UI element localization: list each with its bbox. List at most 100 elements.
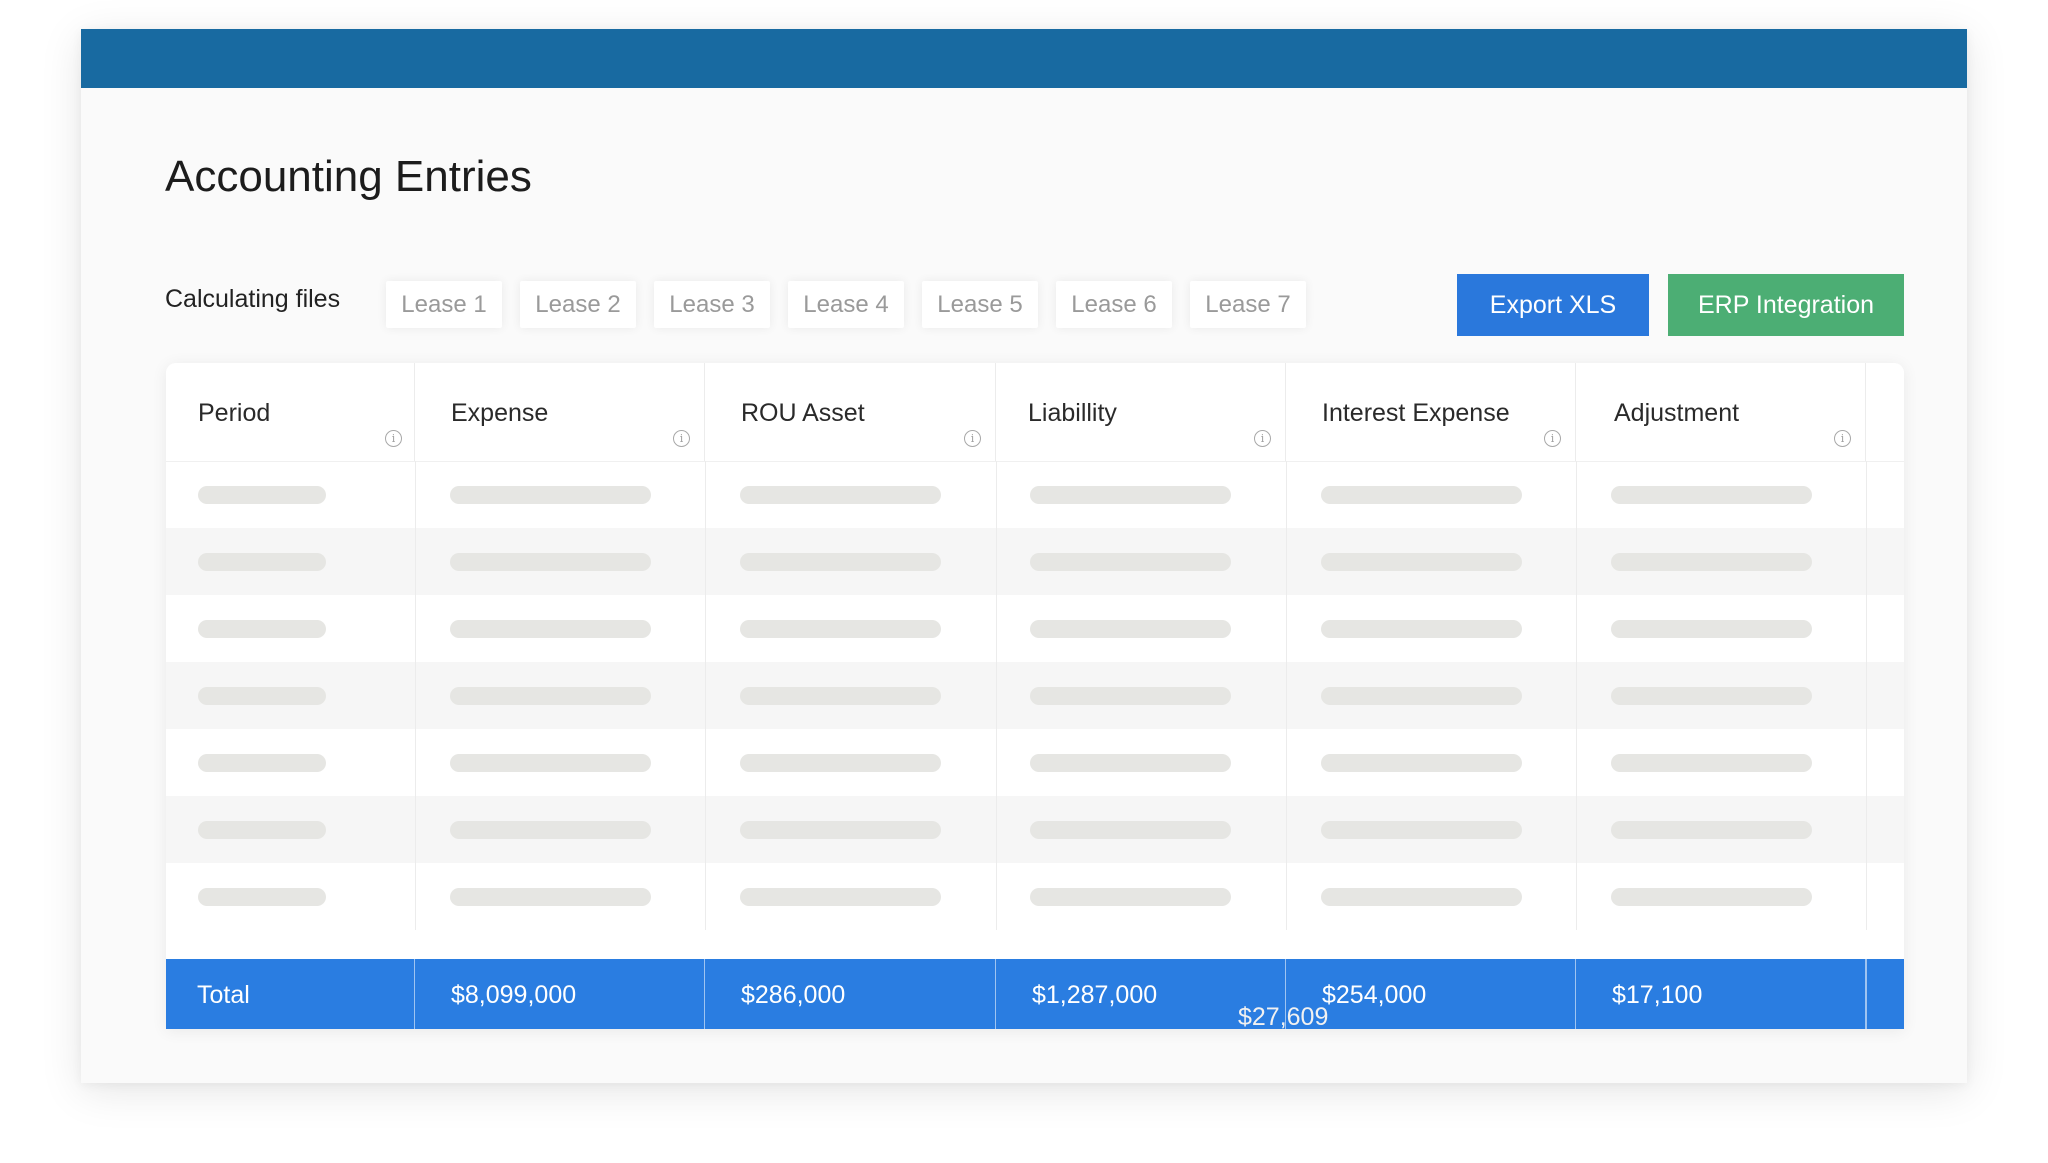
table-row[interactable] bbox=[166, 595, 1904, 662]
skeleton-placeholder bbox=[1321, 754, 1522, 772]
info-icon[interactable]: i bbox=[1254, 430, 1271, 447]
table-row[interactable] bbox=[166, 461, 1904, 528]
total-label: Total bbox=[197, 981, 250, 1009]
column-divider bbox=[415, 863, 416, 930]
skeleton-placeholder bbox=[1030, 821, 1231, 839]
info-icon[interactable]: i bbox=[1834, 430, 1851, 447]
skeleton-placeholder bbox=[198, 888, 326, 906]
skeleton-placeholder bbox=[1030, 754, 1231, 772]
column-label: ROU Asset bbox=[741, 399, 865, 427]
table-row[interactable] bbox=[166, 729, 1904, 796]
skeleton-placeholder bbox=[740, 486, 941, 504]
column-divider bbox=[1866, 729, 1867, 796]
column-divider bbox=[705, 461, 706, 528]
table-row[interactable] bbox=[166, 863, 1904, 930]
column-divider bbox=[1576, 461, 1577, 528]
skeleton-placeholder bbox=[1611, 620, 1812, 638]
skeleton-placeholder bbox=[740, 754, 941, 772]
column-divider bbox=[1286, 595, 1287, 662]
column-header-interest-expense[interactable]: Interest Expense i bbox=[1286, 363, 1576, 461]
skeleton-placeholder bbox=[450, 754, 651, 772]
column-divider bbox=[705, 662, 706, 729]
column-header-adjustment[interactable]: Adjustment i bbox=[1576, 363, 1866, 461]
accounting-table: Period i Expense i ROU Asset i Liabillit… bbox=[166, 363, 1904, 1029]
tab-lease-7[interactable]: Lease 7 bbox=[1190, 281, 1306, 328]
skeleton-placeholder bbox=[1611, 888, 1812, 906]
skeleton-placeholder bbox=[1611, 553, 1812, 571]
tab-lease-2[interactable]: Lease 2 bbox=[520, 281, 636, 328]
table-row[interactable] bbox=[166, 528, 1904, 595]
column-divider bbox=[996, 729, 997, 796]
skeleton-placeholder bbox=[1321, 620, 1522, 638]
skeleton-placeholder bbox=[1030, 486, 1231, 504]
column-divider bbox=[1576, 796, 1577, 863]
column-divider bbox=[705, 863, 706, 930]
table-row[interactable] bbox=[166, 796, 1904, 863]
erp-integration-button[interactable]: ERP Integration bbox=[1668, 274, 1904, 336]
page-title: Accounting Entries bbox=[165, 152, 532, 201]
skeleton-placeholder bbox=[740, 553, 941, 571]
skeleton-placeholder bbox=[198, 620, 326, 638]
column-header-expense[interactable]: Expense i bbox=[415, 363, 705, 461]
info-icon[interactable]: i bbox=[964, 430, 981, 447]
skeleton-placeholder bbox=[1611, 754, 1812, 772]
column-divider bbox=[1866, 595, 1867, 662]
skeleton-placeholder bbox=[740, 821, 941, 839]
column-divider bbox=[1286, 796, 1287, 863]
total-expense: $8,099,000 bbox=[451, 981, 577, 1009]
tab-lease-3[interactable]: Lease 3 bbox=[654, 281, 770, 328]
tab-lease-6[interactable]: Lease 6 bbox=[1056, 281, 1172, 328]
info-icon[interactable]: i bbox=[385, 430, 402, 447]
column-divider bbox=[996, 863, 997, 930]
skeleton-placeholder bbox=[1321, 486, 1522, 504]
calculating-files-label: Calculating files bbox=[165, 285, 341, 313]
column-label: Period bbox=[198, 399, 271, 427]
column-divider bbox=[1866, 796, 1867, 863]
column-divider bbox=[415, 528, 416, 595]
column-divider bbox=[705, 796, 706, 863]
column-divider bbox=[996, 461, 997, 528]
skeleton-placeholder bbox=[1030, 687, 1231, 705]
column-header-period[interactable]: Period i bbox=[166, 363, 415, 461]
skeleton-placeholder bbox=[450, 486, 651, 504]
table-header: Period i Expense i ROU Asset i Liabillit… bbox=[166, 363, 1904, 462]
total-label-cell: Total bbox=[166, 959, 415, 1029]
column-divider bbox=[1576, 863, 1577, 930]
column-divider bbox=[415, 461, 416, 528]
accounting-card: Accounting Entries Calculating files Lea… bbox=[81, 29, 1967, 1083]
column-divider bbox=[1576, 729, 1577, 796]
skeleton-placeholder bbox=[1611, 687, 1812, 705]
column-divider bbox=[705, 595, 706, 662]
table-row[interactable] bbox=[166, 662, 1904, 729]
column-divider bbox=[415, 796, 416, 863]
total-rou-asset: $286,000 bbox=[741, 981, 846, 1009]
tab-lease-5[interactable]: Lease 5 bbox=[922, 281, 1038, 328]
column-divider bbox=[705, 729, 706, 796]
total-trailing-cell bbox=[1866, 959, 1904, 1029]
info-icon[interactable]: i bbox=[673, 430, 690, 447]
skeleton-placeholder bbox=[198, 486, 326, 504]
export-xls-button[interactable]: Export XLS bbox=[1457, 274, 1649, 336]
skeleton-placeholder bbox=[450, 821, 651, 839]
column-header-liability[interactable]: Liabillity i bbox=[996, 363, 1286, 461]
skeleton-placeholder bbox=[1030, 553, 1231, 571]
skeleton-placeholder bbox=[740, 888, 941, 906]
column-divider bbox=[415, 729, 416, 796]
skeleton-placeholder bbox=[1030, 888, 1231, 906]
column-divider bbox=[996, 662, 997, 729]
column-label: Expense bbox=[451, 399, 549, 427]
column-divider bbox=[705, 528, 706, 595]
skeleton-placeholder bbox=[450, 553, 651, 571]
info-icon[interactable]: i bbox=[1544, 430, 1561, 447]
column-label: Liabillity bbox=[1028, 399, 1117, 427]
column-header-rou-asset[interactable]: ROU Asset i bbox=[705, 363, 996, 461]
skeleton-placeholder bbox=[198, 821, 326, 839]
skeleton-placeholder bbox=[1321, 821, 1522, 839]
column-divider bbox=[996, 528, 997, 595]
column-divider bbox=[1576, 528, 1577, 595]
tab-lease-4[interactable]: Lease 4 bbox=[788, 281, 904, 328]
column-divider bbox=[996, 595, 997, 662]
tab-lease-1[interactable]: Lease 1 bbox=[386, 281, 502, 328]
skeleton-placeholder bbox=[1030, 620, 1231, 638]
skeleton-placeholder bbox=[450, 620, 651, 638]
